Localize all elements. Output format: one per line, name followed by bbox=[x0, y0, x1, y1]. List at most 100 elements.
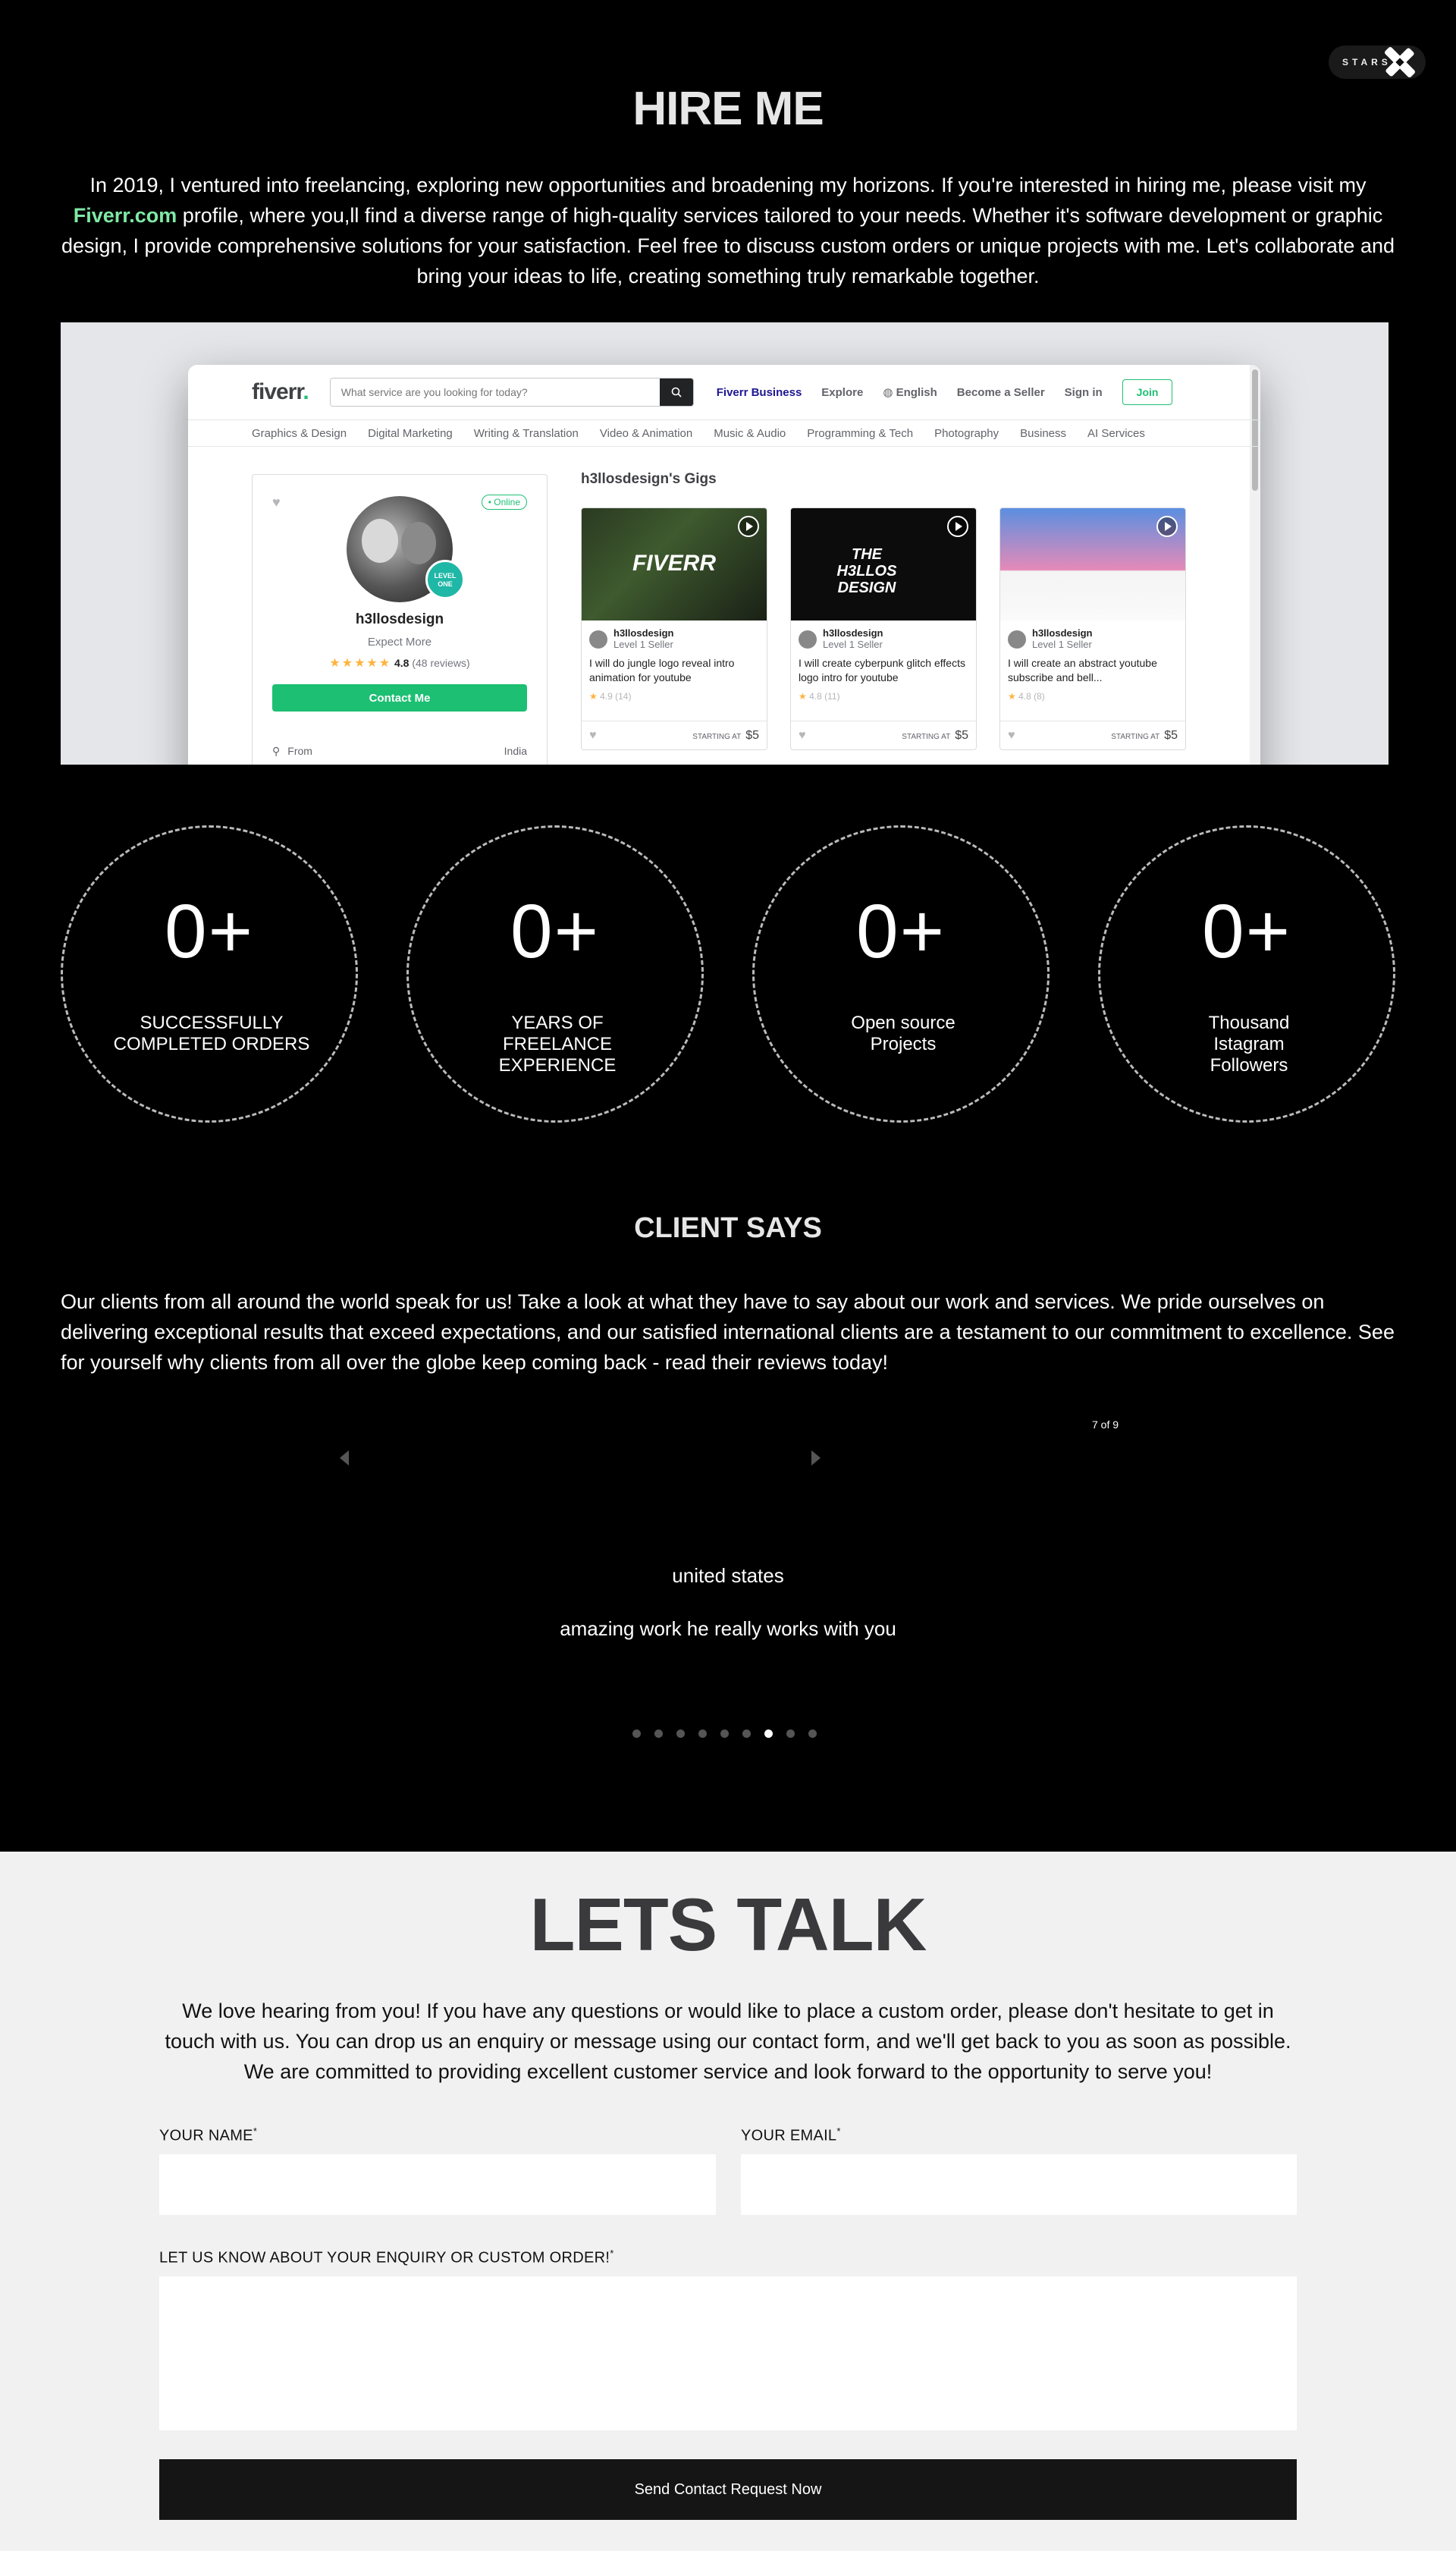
online-badge: • Online bbox=[481, 495, 527, 510]
gig-price: $5 bbox=[1164, 728, 1178, 742]
carousel-dot[interactable] bbox=[786, 1729, 795, 1738]
gig-title: I will create cyberpunk glitch effects l… bbox=[799, 657, 965, 683]
stat-years-experience: 0+ YEARS OF FREELANCE EXPERIENCE bbox=[406, 825, 704, 1123]
gig-thumbnail-text: THE H3LLOS DESIGN bbox=[836, 546, 897, 596]
heart-icon: ♥ bbox=[272, 495, 281, 510]
gig-thumbnail: THE H3LLOS DESIGN bbox=[791, 508, 976, 620]
category-item: Digital Marketing bbox=[368, 426, 453, 440]
nav-fiverr-business: Fiverr Business bbox=[716, 385, 802, 399]
stat-value: 0+ bbox=[1201, 889, 1291, 974]
seller-name: h3llosdesign bbox=[355, 611, 444, 627]
nav-sign-in: Sign in bbox=[1064, 385, 1103, 399]
send-contact-request-button[interactable]: Send Contact Request Now bbox=[159, 2459, 1297, 2520]
join-button: Join bbox=[1122, 379, 1173, 405]
slide-counter: 7 of 9 bbox=[1092, 1418, 1119, 1431]
globe-icon: ◍ bbox=[883, 386, 896, 399]
level-one-badge: LEVEL ONE bbox=[425, 560, 465, 599]
email-field[interactable] bbox=[741, 2154, 1297, 2215]
fiverr-logo: fiverr. bbox=[252, 379, 309, 404]
category-item: Programming & Tech bbox=[807, 426, 914, 440]
review-count: (48 reviews) bbox=[412, 657, 470, 669]
next-arrow-icon[interactable] bbox=[811, 1450, 821, 1466]
fiverr-categories: Graphics & Design Digital Marketing Writ… bbox=[188, 419, 1260, 447]
review-country: united states bbox=[672, 1564, 784, 1587]
gig-card: h3llosdesign Level 1 Seller I will create… bbox=[999, 507, 1186, 750]
nav-explore: Explore bbox=[821, 385, 864, 399]
prev-arrow-icon[interactable] bbox=[340, 1450, 349, 1466]
stat-value: 0+ bbox=[510, 889, 600, 974]
category-item: Music & Audio bbox=[714, 426, 786, 440]
seller-subtitle: Expect More bbox=[367, 636, 432, 649]
carousel-dot[interactable] bbox=[654, 1729, 663, 1738]
carousel-dot[interactable] bbox=[632, 1729, 641, 1738]
stat-label: Thousand Istagram Followers bbox=[1208, 1013, 1290, 1076]
carousel-dot[interactable] bbox=[720, 1729, 729, 1738]
enquiry-field[interactable] bbox=[159, 2276, 1297, 2430]
gig-price: $5 bbox=[955, 728, 968, 742]
seller-avatar bbox=[1008, 630, 1026, 649]
from-label: From bbox=[287, 745, 312, 757]
stat-label: YEARS OF FREELANCE EXPERIENCE bbox=[498, 1013, 617, 1076]
gig-seller-name: h3llosdesign bbox=[823, 627, 883, 639]
nav-english: ◍ English bbox=[883, 386, 937, 399]
fiverr-link[interactable]: Fiverr.com bbox=[74, 204, 177, 227]
carousel-dot[interactable] bbox=[742, 1729, 751, 1738]
gig-thumbnail bbox=[1000, 508, 1185, 620]
client-says-title: CLIENT SAYS bbox=[634, 1212, 822, 1244]
gig-card: FIVERR h3llosdesign Level 1 Seller I will… bbox=[581, 507, 767, 750]
stars-badge[interactable]: STARS bbox=[1329, 46, 1426, 79]
gig-seller-name: h3llosdesign bbox=[1032, 627, 1093, 639]
stat-label: Open source Projects bbox=[851, 1013, 956, 1054]
stat-value: 0+ bbox=[164, 889, 254, 974]
gigs-title: h3llosdesign's Gigs bbox=[581, 471, 717, 487]
fiverr-window: fiverr. Fiverr Business Explore ◍ Englis… bbox=[188, 365, 1260, 765]
carousel-dots bbox=[632, 1729, 817, 1738]
gig-title: I will do jungle logo reveal intro anima… bbox=[589, 657, 735, 683]
gig-price: $5 bbox=[745, 728, 759, 742]
contact-me-button: Contact Me bbox=[272, 684, 527, 712]
review-text: amazing work he really works with you bbox=[560, 1617, 896, 1640]
fiverr-search-input bbox=[330, 379, 660, 406]
search-icon bbox=[659, 379, 693, 406]
gig-card: THE H3LLOS DESIGN h3llosdesign Level 1 Se… bbox=[790, 507, 977, 750]
stat-open-source-projects: 0+ Open source Projects bbox=[752, 825, 1050, 1123]
lets-talk-text: We love hearing from you! If you have an… bbox=[165, 2000, 1291, 2083]
seller-avatar bbox=[589, 630, 607, 649]
carousel-dot[interactable] bbox=[808, 1729, 817, 1738]
carousel-dot[interactable] bbox=[764, 1729, 773, 1738]
gig-thumbnail-text: FIVERR bbox=[632, 551, 716, 576]
fiverr-nav-links: Fiverr Business Explore ◍ English Become… bbox=[717, 379, 1173, 405]
star-icon: ★ bbox=[589, 691, 598, 702]
category-item: Photography bbox=[934, 426, 999, 440]
play-icon bbox=[738, 516, 759, 537]
name-label: YOUR NAME* bbox=[159, 2125, 258, 2144]
carousel-dot[interactable] bbox=[698, 1729, 707, 1738]
gig-footer: ♥ STARTING AT $5 bbox=[1000, 721, 1185, 749]
category-item: Video & Animation bbox=[599, 426, 693, 440]
fiverr-search-bar bbox=[329, 378, 694, 407]
category-item: Writing & Translation bbox=[473, 426, 579, 440]
hire-me-text: In 2019, I ventured into freelancing, ex… bbox=[61, 170, 1395, 291]
category-item: Graphics & Design bbox=[252, 426, 347, 440]
gig-title: I will create an abstract youtube subscr… bbox=[1008, 657, 1157, 683]
nav-become-seller: Become a Seller bbox=[956, 385, 1045, 399]
enquiry-label: LET US KNOW ABOUT YOUR ENQUIRY OR CUSTOM… bbox=[159, 2248, 614, 2267]
location-pin-icon: ⚲ bbox=[272, 745, 281, 757]
hire-text-part: In 2019, I ventured into freelancing, ex… bbox=[89, 174, 1367, 196]
fiverr-profile-screenshot: fiverr. Fiverr Business Explore ◍ Englis… bbox=[61, 322, 1389, 765]
gig-thumbnail: FIVERR bbox=[582, 508, 767, 620]
hire-text-part: profile, where you,ll find a diverse ran… bbox=[61, 204, 1395, 287]
carousel-dot[interactable] bbox=[676, 1729, 685, 1738]
name-field[interactable] bbox=[159, 2154, 716, 2215]
gig-seller-name: h3llosdesign bbox=[613, 627, 674, 639]
category-item: AI Services bbox=[1087, 426, 1145, 440]
hire-me-title: HIRE ME bbox=[632, 83, 824, 135]
stat-label: SUCCESSFULLY COMPLETED ORDERS bbox=[113, 1013, 310, 1054]
gig-rating: ★ 4.8 (11) bbox=[799, 691, 840, 702]
gig-seller-level: Level 1 Seller bbox=[823, 639, 883, 650]
rating-value: 4.8 bbox=[394, 657, 410, 669]
lets-talk-title: LETS TALK bbox=[529, 1883, 927, 1966]
from-value: India bbox=[504, 745, 527, 757]
heart-icon: ♥ bbox=[1008, 728, 1015, 742]
stat-completed-orders: 0+ SUCCESSFULLY COMPLETED ORDERS bbox=[61, 825, 358, 1123]
